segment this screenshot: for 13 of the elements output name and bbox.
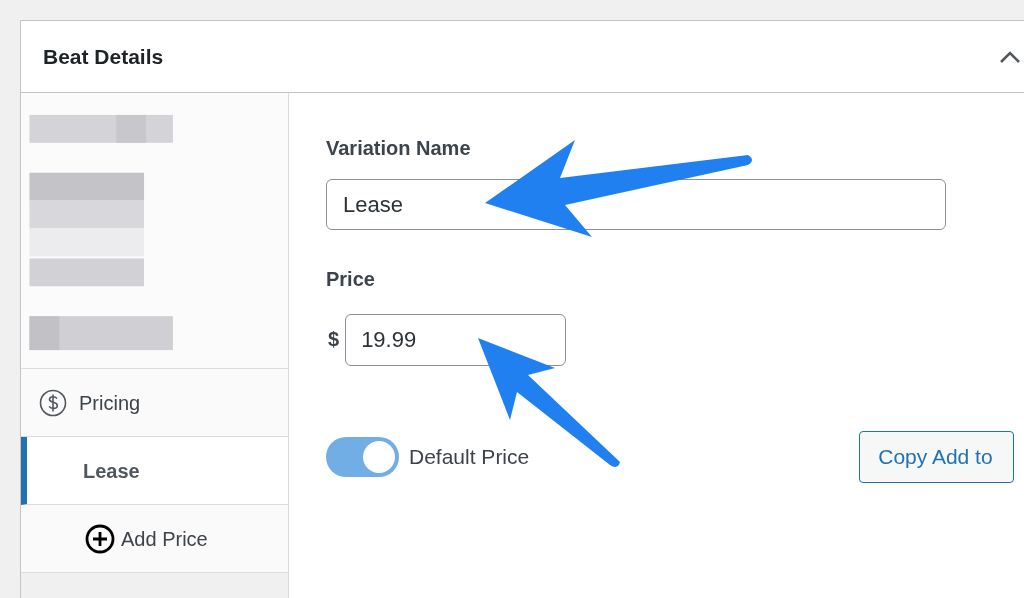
currency-symbol: $ (328, 327, 340, 352)
variation-name-field[interactable]: Lease (326, 179, 946, 230)
toggle-switch[interactable] (326, 437, 399, 477)
field-label: Price (326, 267, 376, 292)
panel-title: Beat Details (43, 43, 164, 70)
field-label: Variation Name (326, 136, 472, 161)
plus-circle-icon (85, 523, 115, 554)
dollar-icon (39, 388, 67, 417)
chevron-up-icon[interactable] (999, 49, 1021, 64)
price-field[interactable]: 19.99 (345, 314, 567, 366)
sidebar-tab[interactable]: Lease (21, 437, 288, 505)
toggle-label: Default Price (409, 444, 530, 471)
copy-button[interactable]: Copy Add to (859, 431, 1014, 483)
